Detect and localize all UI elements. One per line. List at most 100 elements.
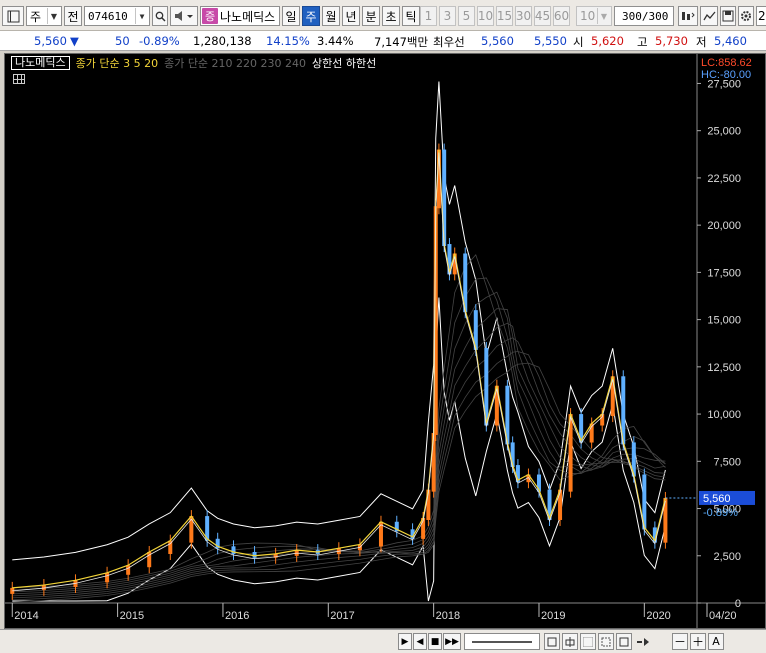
count-select[interactable]: 10 ▼ [576,6,612,26]
down-arrow-icon: ▼ [70,34,79,48]
current-price-label: 5,560 [703,493,731,505]
y-tick-label: 15,000 [707,315,741,327]
fast-forward-button[interactable]: ▶▶ [443,633,461,650]
scroll-left-icon[interactable] [634,633,654,650]
interval-button[interactable]: 10 [477,6,494,26]
crosshair-icon[interactable] [598,633,614,650]
hc-label: HC:-80.00 [701,69,751,81]
candle-body [252,551,257,558]
stock-tag-badge: 증 [202,8,218,24]
interval-button[interactable]: 30 [515,6,532,26]
grid-icon[interactable] [13,74,25,84]
y-tick-label: 20,000 [707,220,741,232]
x-tick-label: 2016 [225,610,249,622]
y-tick-label: 22,500 [707,173,741,185]
period-button[interactable]: 주 [302,6,320,26]
auto-scale-button[interactable]: A [708,633,724,650]
candle-body [189,516,194,543]
y-tick-label: 17,500 [707,267,741,279]
zoom-in-button[interactable]: ＋ [690,633,706,650]
interval-button[interactable]: 1 [420,6,437,26]
dots-icon[interactable] [580,633,596,650]
bid-price: 5,550 [534,34,567,48]
interval-button[interactable]: 45 [534,6,551,26]
ma-mid-line [12,152,666,592]
interval-button[interactable]: 3 [439,6,456,26]
page-count: 300 [622,9,642,23]
best-quote-label: 최우선 [433,35,465,49]
trade-amount: 7,147백만 [374,35,429,49]
stock-code-input[interactable]: 074610 ▼ [84,6,150,26]
zoom-range-icon[interactable] [562,633,578,650]
ma-fast-line [12,149,666,589]
x-tick-label: 2018 [436,610,460,622]
x-tick-label: 2015 [120,610,144,622]
interval-button[interactable]: 5 [458,6,475,26]
slow-ma-line [12,254,666,589]
x-tick-label: 2014 [14,610,38,622]
stock-code-value: 074610 [88,9,128,23]
period-button[interactable]: 일 [282,6,300,26]
zoom-out-button[interactable]: － [672,633,688,650]
chevron-down-icon: ▼ [135,8,148,24]
slow-ma-line [12,351,666,601]
period-button[interactable]: 초 [382,6,400,26]
price-chart[interactable]: 27,500 25,000 22,500 20,000 17,500 15,000 12,5… [4,53,766,629]
y-tick-label: 0 [735,598,741,610]
price-info-row: 5,560 ▼ 50 -0.89% 1,280,138 14.15% 3.44%… [0,31,766,51]
change-percent: -0.89% [139,34,180,48]
period-button[interactable]: 분 [362,6,380,26]
chart-line-icon[interactable] [700,6,718,26]
trailing-label: 2 [758,9,766,23]
x-tick-label: 04/20 [709,610,737,622]
candle-body [168,540,173,554]
low-label: 저 [696,35,707,49]
chart-canvas[interactable]: 27,50025,00022,50020,00017,50015,00012,5… [5,54,765,628]
x-tick-label: 2019 [541,610,565,622]
sound-icon[interactable] [170,6,198,26]
open-price: 5,620 [591,34,624,48]
step-back-button[interactable]: ◀ [413,633,427,650]
interval-button[interactable]: 60 [553,6,570,26]
count-select-value: 10 [580,9,596,23]
period-button[interactable]: 년 [342,6,360,26]
other-percent: 3.44% [317,34,354,48]
chevron-down-icon: ▼ [597,8,610,24]
gear-icon[interactable] [738,6,754,26]
toolbar: 주 ▼ 전 074610 ▼ 증 나노메딕스 10 ▼ 300/300 2 일주… [0,0,766,31]
current-price: 5,560 [34,34,67,48]
box-icon[interactable] [616,633,632,650]
stock-name-field[interactable]: 증 나노메딕스 [200,6,280,26]
x-tick-label: 2017 [330,610,354,622]
turnover-percent: 14.15% [266,34,310,48]
lc-label: LC:858.62 [701,57,752,69]
y-tick-label: 10,000 [707,409,741,421]
window-menu-icon[interactable] [2,6,24,26]
y-tick-label: 25,000 [707,126,741,138]
low-price: 5,460 [714,34,747,48]
y-tick-label: 7,500 [713,456,741,468]
search-icon[interactable] [152,6,168,26]
market-label: 주 [30,9,42,24]
page-total: /300 [641,9,669,23]
stop-button[interactable]: ■ [428,633,442,650]
prev-label: 전 [67,9,79,24]
upper-band-line [12,81,666,561]
high-price: 5,730 [655,34,688,48]
period-button[interactable]: 월 [322,6,340,26]
slow-ma-line [12,362,666,603]
scroll-track[interactable] [464,633,540,650]
page-count-field[interactable]: 300/300 [614,6,674,26]
chart-legend: 나노메딕스 종가 단순 3 5 20 종가 단순 210 220 230 240… [11,56,376,70]
period-button[interactable]: 틱 [402,6,420,26]
save-icon[interactable] [720,6,736,26]
interval-button[interactable]: 15 [496,6,513,26]
market-select[interactable]: 주 ▼ [26,6,62,26]
settings-tools-icon[interactable] [678,6,698,26]
scroll-thumb[interactable] [472,640,532,643]
prev-button[interactable]: 전 [64,6,82,26]
zoom-fit-icon[interactable] [544,633,560,650]
play-button[interactable]: ▶ [398,633,412,650]
high-label: 고 [637,35,648,49]
trailing-field[interactable]: 2 [756,6,766,26]
